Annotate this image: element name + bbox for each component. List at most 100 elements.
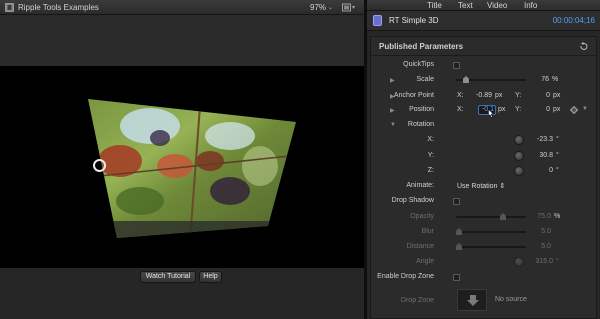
position-x-label: X: [457, 106, 464, 113]
angle-dial[interactable] [514, 257, 524, 267]
opacity-label: Opacity [410, 213, 434, 220]
drop-zone-label: Drop Zone [400, 297, 434, 304]
scale-unit: % [552, 76, 559, 83]
rotation-y-value[interactable]: 30.8 [531, 152, 553, 159]
rotation-x-value[interactable]: -23.3 [531, 136, 553, 143]
enable-drop-zone-checkbox[interactable] [453, 274, 460, 281]
position-y-value[interactable]: 0 [539, 106, 550, 113]
distance-label: Distance [406, 243, 434, 250]
anchor-point-row: ▶ Anchor Point X: -0.89 px Y: 0 px [371, 90, 596, 102]
drop-shadow-checkbox[interactable] [453, 198, 460, 205]
keyframe-icon[interactable] [570, 106, 578, 114]
rotation-z-label: Z: [427, 167, 434, 174]
tab-text[interactable]: Text [458, 1, 473, 10]
rotated-photo [88, 99, 296, 238]
anchor-x-value[interactable]: -0.89 [469, 92, 492, 99]
rotation-z-dial[interactable] [514, 166, 524, 176]
position-y-label: Y: [515, 106, 522, 113]
position-label: Position [409, 106, 434, 113]
disclosure-down-icon[interactable]: ▼ [390, 122, 396, 128]
opacity-row: Opacity 75.0 % [371, 211, 596, 223]
animate-value: Use Rotation [457, 183, 498, 190]
position-y-unit: px [553, 106, 561, 113]
inspector-tabs: Title Text Video Info [367, 0, 600, 11]
rotation-x-row: X: -23.3 ° [371, 134, 596, 146]
distance-slider[interactable] [456, 243, 526, 250]
view-options-icon[interactable] [342, 3, 356, 12]
position-row: ▶ Position X: -0.1 px Y: 0 px ▼ [371, 104, 596, 118]
watch-tutorial-button[interactable]: Watch Tutorial [140, 271, 196, 283]
position-x-unit: px [498, 106, 506, 113]
quicktips-checkbox[interactable] [453, 62, 460, 69]
reset-icon[interactable] [579, 42, 588, 51]
angle-label: Angle [416, 258, 434, 265]
slider-thumb[interactable] [500, 213, 506, 220]
viewer-toolbar: Ripple Tools Examples 97% ⌄ [0, 0, 364, 15]
rotation-z-row: Z: 0 ° [371, 165, 596, 177]
distance-value[interactable]: 5.0 [533, 243, 551, 250]
help-button[interactable]: Help [199, 271, 222, 283]
section-title: Published Parameters [379, 42, 464, 51]
generator-icon [373, 15, 382, 26]
rotation-y-dial[interactable] [514, 151, 524, 161]
viewer-title: Ripple Tools Examples [18, 3, 99, 12]
drop-shadow-label: Drop Shadow [391, 197, 434, 204]
tab-info[interactable]: Info [524, 1, 537, 10]
opacity-value[interactable]: 75.0 [533, 213, 551, 220]
anchor-point-label: Anchor Point [393, 92, 434, 99]
rotation-y-row: Y: 30.8 ° [371, 150, 596, 162]
angle-value[interactable]: 315.0 [531, 258, 553, 265]
rotation-z-unit: ° [556, 167, 559, 174]
enable-drop-zone-label: Enable Drop Zone [377, 273, 434, 280]
drop-arrow-icon [467, 295, 479, 306]
angle-row: Angle 315.0 ° [371, 256, 596, 268]
blur-value[interactable]: 5.0 [533, 228, 551, 235]
section-separator [371, 55, 596, 56]
keyframe-menu-chevron-icon[interactable]: ▼ [582, 106, 588, 112]
rotation-row: ▼ Rotation [371, 119, 596, 131]
drop-zone-row: Drop Zone No source [371, 289, 596, 313]
transform-handle-icon[interactable] [93, 159, 106, 172]
disclosure-right-icon[interactable]: ▶ [390, 77, 395, 84]
opacity-slider[interactable] [456, 213, 526, 220]
generator-name: RT Simple 3D [389, 16, 439, 25]
anchor-y-unit: px [553, 92, 561, 99]
blur-label: Blur [421, 228, 434, 235]
viewer-panel: Ripple Tools Examples 97% ⌄ Watch Tutori… [0, 0, 364, 319]
rotation-y-label: Y: [427, 152, 434, 159]
slider-thumb[interactable] [463, 76, 469, 83]
scale-slider[interactable] [456, 76, 526, 83]
animate-row: Animate: Use Rotation ⇕ [371, 180, 596, 192]
enable-drop-zone-row: Enable Drop Zone [371, 271, 596, 283]
rotation-x-dial[interactable] [514, 135, 524, 145]
rotation-x-label: X: [427, 136, 434, 143]
published-parameters-pane: Published Parameters QuickTips ▶ Scale 7… [370, 36, 597, 319]
scale-row: ▶ Scale 76 % [371, 74, 596, 86]
drop-zone-well[interactable] [457, 289, 487, 311]
rotation-x-unit: ° [556, 136, 559, 143]
viewer-canvas[interactable] [0, 66, 364, 268]
zoom-chevron-icon[interactable]: ⌄ [328, 4, 333, 11]
disclosure-right-icon[interactable]: ▶ [390, 107, 395, 114]
tab-video[interactable]: Video [487, 1, 507, 10]
pointer-cursor-icon [488, 109, 494, 118]
quicktips-row: QuickTips [371, 59, 596, 71]
timecode: 00:00:04;16 [552, 16, 595, 25]
film-icon [5, 3, 14, 12]
anchor-y-value[interactable]: 0 [539, 92, 550, 99]
tab-title[interactable]: Title [427, 1, 442, 10]
scale-value[interactable]: 76 [533, 76, 549, 83]
slider-thumb[interactable] [456, 243, 462, 250]
inspector-header: RT Simple 3D 00:00:04;16 [367, 11, 600, 31]
blur-slider[interactable] [456, 228, 526, 235]
angle-unit: ° [556, 258, 559, 265]
rotation-z-value[interactable]: 0 [531, 167, 553, 174]
rotation-y-unit: ° [556, 152, 559, 159]
animate-popup[interactable]: Use Rotation ⇕ [457, 182, 505, 190]
zoom-level[interactable]: 97% [310, 3, 326, 12]
quicktips-label: QuickTips [403, 61, 434, 68]
slider-thumb[interactable] [456, 228, 462, 235]
rotation-label: Rotation [407, 121, 434, 128]
drop-shadow-row: Drop Shadow [371, 195, 596, 207]
blur-row: Blur 5.0 [371, 226, 596, 238]
